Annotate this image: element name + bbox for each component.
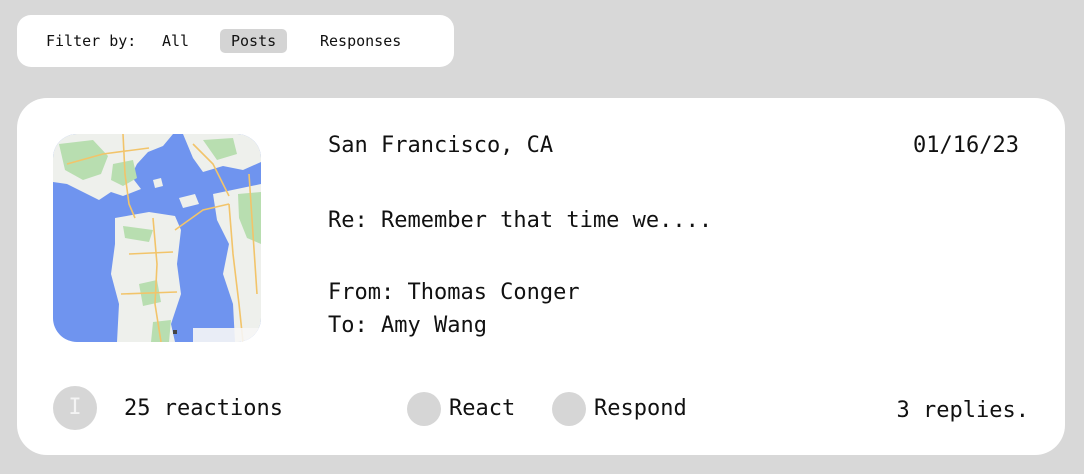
post-to: To: Amy Wang xyxy=(328,313,487,338)
reactions-count: 25 reactions xyxy=(124,396,283,421)
replies-link[interactable]: 3 replies. xyxy=(897,398,1029,424)
filter-option-all[interactable]: All xyxy=(151,29,200,53)
respond-button[interactable]: Respond xyxy=(552,392,702,426)
post-card: San Francisco, CA 01/16/23 Re: Remember … xyxy=(17,98,1065,455)
avatar[interactable]: I xyxy=(53,386,97,430)
map-icon xyxy=(53,134,261,342)
respond-label: Respond xyxy=(594,396,687,421)
filter-option-responses[interactable]: Responses xyxy=(309,29,412,53)
filter-bar: Filter by: All Posts Responses xyxy=(17,15,454,67)
filter-option-posts[interactable]: Posts xyxy=(220,29,288,53)
filter-label: Filter by: xyxy=(46,32,137,50)
post-subject[interactable]: Re: Remember that time we.... xyxy=(328,208,712,234)
react-label: React xyxy=(449,396,516,421)
react-button[interactable]: React xyxy=(407,392,527,426)
post-from: From: Thomas Conger xyxy=(328,280,580,305)
post-location: San Francisco, CA xyxy=(328,133,554,158)
respond-icon xyxy=(552,392,586,426)
post-date: 01/16/23 xyxy=(913,133,1019,158)
map-thumbnail[interactable] xyxy=(53,134,261,342)
react-icon xyxy=(407,392,441,426)
